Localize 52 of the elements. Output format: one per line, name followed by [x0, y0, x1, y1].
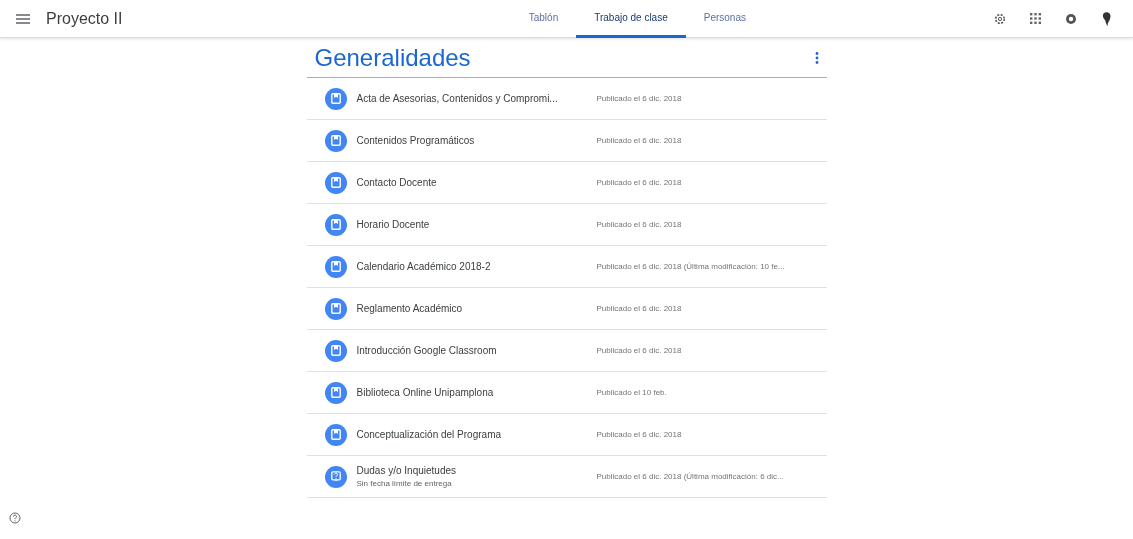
item-title: Horario Docente [356, 218, 431, 232]
published-date: Publicado el 6 dic. 2018 [596, 302, 682, 315]
more-options-icon[interactable] [814, 51, 819, 64]
document-icon [330, 219, 341, 230]
classwork-item[interactable]: Dudas y/o Inquietudes Sin fecha límite de entrega Publicado el 6 dic. 2018 (Última modificación: 6 dic... [306, 456, 827, 498]
classwork-item[interactable]: Introducción Google Classroom Publicado el 6 dic. 2018 [306, 330, 827, 372]
classwork-item[interactable]: Reglamento Académico Publicado el 6 dic. 2018 [306, 288, 827, 330]
document-icon [330, 135, 341, 146]
question-icon [330, 471, 341, 482]
classwork-item[interactable]: Conceptualización del Programa Publicado el 6 dic. 2018 [306, 414, 827, 456]
help-icon[interactable] [9, 512, 21, 524]
published-date: Publicado el 6 dic. 2018 [596, 134, 682, 147]
notification-icon[interactable] [1065, 12, 1077, 25]
nav-tab[interactable]: Tablón [510, 0, 577, 38]
settings-icon[interactable] [994, 12, 1006, 25]
menu-icon[interactable] [16, 13, 30, 24]
item-title: Contacto Docente [356, 176, 438, 190]
item-title: Biblioteca Online Unipamplona [356, 386, 495, 400]
document-icon [330, 177, 341, 188]
classwork-item[interactable]: Calendario Académico 2018-2 Publicado el 6 dic. 2018 (Última modificación: 10 fe... [306, 246, 827, 288]
item-title: Introducción Google Classroom [356, 344, 498, 358]
document-icon [330, 93, 341, 104]
published-date: Publicado el 6 dic. 2018 [596, 218, 682, 231]
classwork-item[interactable]: Horario Docente Publicado el 6 dic. 2018 [306, 204, 827, 246]
course-title: Proyecto II [46, 8, 123, 29]
document-icon [330, 387, 341, 398]
classwork-item[interactable]: Biblioteca Online Unipamplona Publicado el 10 feb. [306, 372, 827, 414]
published-date: Publicado el 6 dic. 2018 [596, 92, 682, 105]
published-date: Publicado el 6 dic. 2018 [596, 344, 682, 357]
published-date: Publicado el 6 dic. 2018 [596, 428, 682, 441]
nav-tab[interactable]: Personas [685, 0, 764, 38]
published-date: Publicado el 6 dic. 2018 [596, 176, 682, 189]
topic-heading: Generalidades [314, 42, 471, 73]
classwork-item[interactable]: Contacto Docente Publicado el 6 dic. 2018 [306, 162, 827, 204]
document-icon [330, 429, 341, 440]
classwork-item[interactable]: Contenidos Programáticos Publicado el 6 dic. 2018 [306, 120, 827, 162]
item-title: Calendario Académico 2018-2 [356, 260, 492, 274]
item-title: Contenidos Programáticos [356, 134, 476, 148]
document-icon [330, 261, 341, 272]
item-title: Conceptualización del Programa [356, 428, 503, 442]
item-title: Reglamento Académico [356, 302, 464, 316]
published-date: Publicado el 6 dic. 2018 (Última modificación: 10 fe... [596, 260, 785, 273]
item-title: Dudas y/o Inquietudes [356, 464, 457, 478]
apps-grid-icon[interactable] [1030, 13, 1041, 24]
item-title: Acta de Asesorias, Contenidos y Compromi... [356, 92, 559, 106]
item-due-note: Sin fecha límite de entrega [356, 478, 453, 490]
document-icon [330, 303, 341, 314]
classwork-item[interactable]: Acta de Asesorias, Contenidos y Compromi... Publicado el 6 dic. 2018 [306, 78, 827, 120]
document-icon [330, 345, 341, 356]
published-date: Publicado el 10 feb. [596, 386, 667, 399]
published-date: Publicado el 6 dic. 2018 (Última modificación: 6 dic... [596, 470, 784, 483]
nav-tab[interactable]: Trabajo de clase [576, 0, 686, 38]
